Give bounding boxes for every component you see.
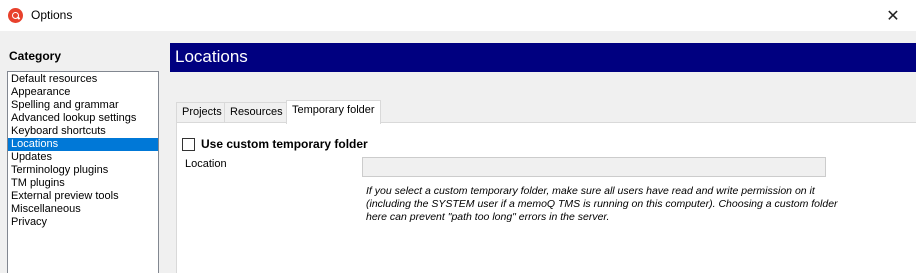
custom-temp-folder-option[interactable]: Use custom temporary folder	[182, 137, 368, 151]
category-list[interactable]: Default resources Appearance Spelling an…	[7, 71, 159, 273]
temp-folder-info-text: If you select a custom temporary folder,…	[366, 185, 838, 223]
category-item-terminology-plugins[interactable]: Terminology plugins	[8, 164, 158, 177]
category-item-privacy[interactable]: Privacy	[8, 216, 158, 229]
page-header: Locations	[170, 43, 916, 72]
title-bar: Options ✕	[0, 0, 916, 31]
category-item-external-preview-tools[interactable]: External preview tools	[8, 190, 158, 203]
memoq-logo-icon	[8, 8, 23, 23]
page-title: Locations	[175, 47, 248, 66]
location-label: Location	[185, 158, 227, 170]
category-item-tm-plugins[interactable]: TM plugins	[8, 177, 158, 190]
tab-resources[interactable]: Resources	[224, 102, 289, 123]
tab-projects[interactable]: Projects	[176, 102, 228, 123]
category-item-miscellaneous[interactable]: Miscellaneous	[8, 203, 158, 216]
location-input[interactable]	[362, 157, 826, 177]
close-button[interactable]: ✕	[870, 0, 916, 31]
category-item-default-resources[interactable]: Default resources	[8, 73, 158, 86]
category-item-appearance[interactable]: Appearance	[8, 86, 158, 99]
category-item-spelling-and-grammar[interactable]: Spelling and grammar	[8, 99, 158, 112]
custom-temp-folder-checkbox[interactable]	[182, 137, 195, 151]
category-label: Category	[9, 49, 62, 63]
category-item-updates[interactable]: Updates	[8, 151, 158, 164]
category-item-locations[interactable]: Locations	[8, 138, 158, 151]
window-title: Options	[31, 8, 73, 22]
custom-temp-folder-label[interactable]: Use custom temporary folder	[201, 137, 368, 151]
category-item-keyboard-shortcuts[interactable]: Keyboard shortcuts	[8, 125, 158, 138]
tab-temporary-folder[interactable]: Temporary folder	[286, 100, 381, 124]
category-item-advanced-lookup-settings[interactable]: Advanced lookup settings	[8, 112, 158, 125]
